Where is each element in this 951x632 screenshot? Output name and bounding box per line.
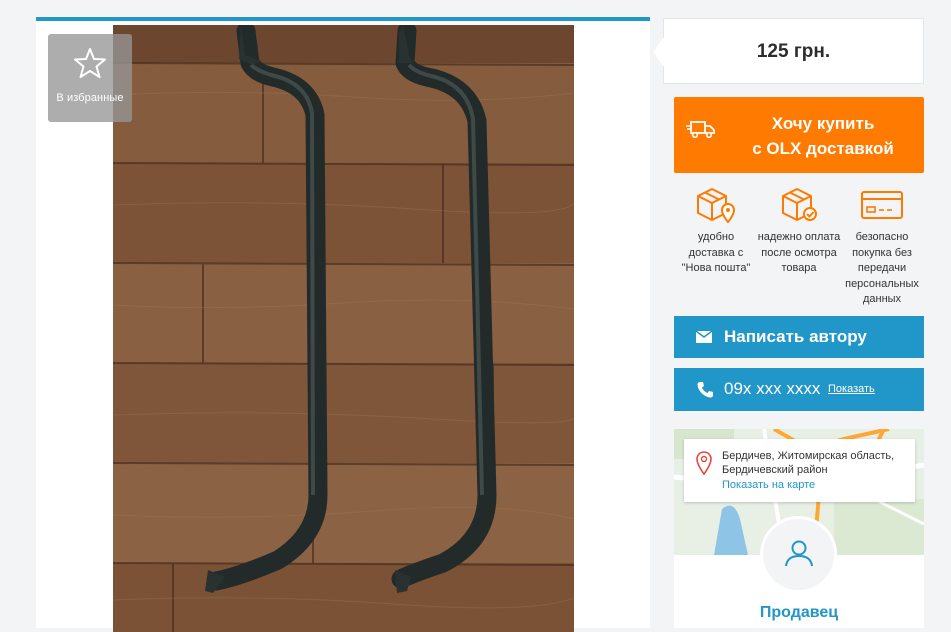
box-location-icon bbox=[697, 188, 736, 224]
show-phone-link[interactable]: Показать bbox=[828, 383, 875, 395]
user-icon bbox=[785, 540, 813, 567]
location-pin-icon bbox=[696, 451, 712, 475]
price-box: 125 грн. bbox=[653, 18, 924, 84]
card-icon bbox=[861, 191, 903, 219]
feature-convenient-text: удобно доставка с "Нова пошта" bbox=[681, 231, 751, 274]
photo-gallery: В избранные bbox=[36, 17, 650, 632]
seller-avatar[interactable] bbox=[760, 516, 837, 593]
price: 125 грн. bbox=[756, 41, 831, 62]
buy-button-line2: с OLX доставкой bbox=[752, 139, 894, 158]
message-author-label: Написать автору bbox=[724, 327, 867, 346]
location-info: Бердичев, Житомирская область, Бердичевс… bbox=[684, 439, 915, 502]
phone-number: 09x xxx xxxx bbox=[724, 379, 821, 398]
listing-photo-image bbox=[113, 25, 574, 632]
buy-with-delivery-button[interactable]: Хочу купить с OLX доставкой bbox=[674, 97, 924, 173]
buy-button-line1: Хочу купить bbox=[771, 114, 875, 133]
feature-reliable-text: надежно оплата после осмотра товара bbox=[757, 231, 841, 274]
location-text: Бердичев, Житомирская область, Бердичевс… bbox=[722, 450, 895, 476]
phone-button[interactable]: 09x xxx xxxx Показать bbox=[674, 368, 924, 411]
envelope-icon bbox=[696, 331, 712, 343]
star-icon bbox=[74, 48, 106, 78]
truck-icon bbox=[686, 121, 715, 139]
favorites-label: В избранные bbox=[56, 92, 124, 104]
show-on-map-link[interactable]: Показать на карте bbox=[722, 479, 815, 491]
location-card: Бердичев, Житомирская область, Бердичевс… bbox=[674, 429, 924, 628]
listing-photo[interactable] bbox=[113, 25, 574, 632]
price-notch bbox=[653, 37, 664, 67]
phone-icon bbox=[697, 382, 713, 398]
delivery-features: удобно доставка с "Нова пошта" надежно о… bbox=[674, 186, 924, 306]
box-check-icon bbox=[782, 188, 817, 221]
seller-label[interactable]: Продавец bbox=[674, 604, 924, 622]
message-author-button[interactable]: Написать автору bbox=[674, 316, 924, 358]
feature-safe-text: безопасно покупка без передачи персональ… bbox=[845, 231, 919, 305]
add-to-favorites-button[interactable]: В избранные bbox=[48, 34, 132, 122]
